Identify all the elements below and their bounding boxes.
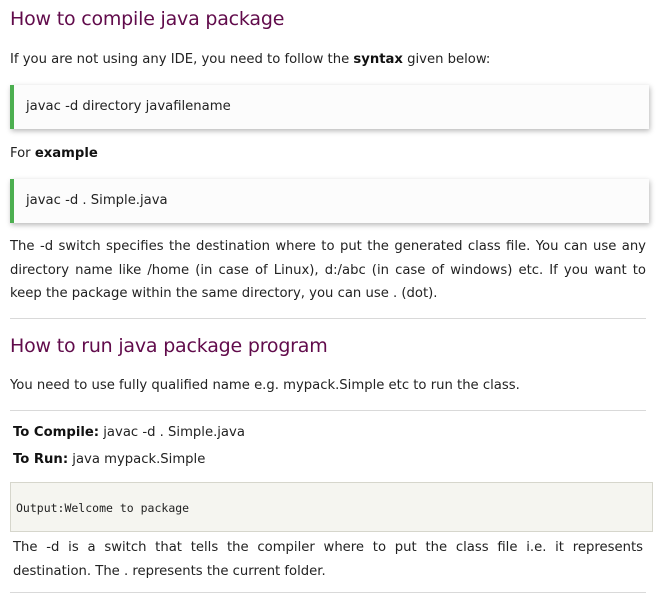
heading-compile-package: How to compile java package <box>10 8 285 30</box>
syntax-code-box: javac -d directory javafilename <box>10 85 649 129</box>
compile-intro-text: If you are not using any IDE, you need t… <box>10 52 354 67</box>
divider <box>10 410 646 411</box>
compile-label: To Compile: <box>13 425 100 440</box>
compile-command: javac -d . Simple.java <box>99 425 245 440</box>
example-label: For example <box>10 142 98 166</box>
d-switch-note: The -d is a switch that tells the compil… <box>13 540 643 579</box>
compile-intro-text-end: given below: <box>402 52 491 67</box>
compile-command-line: To Compile: javac -d . Simple.java <box>13 423 245 443</box>
divider <box>10 318 646 319</box>
output-box: Output:Welcome to package <box>10 482 653 532</box>
divider <box>10 592 646 593</box>
run-intro: You need to use fully qualified name e.g… <box>10 378 520 393</box>
compile-intro: If you are not using any IDE, you need t… <box>10 48 490 72</box>
run-label: To Run: <box>13 452 69 467</box>
example-label-bold: example <box>34 146 98 161</box>
d-switch-explanation: The -d switch specifies the destination … <box>10 239 646 301</box>
run-command: java mypack.Simple <box>68 452 206 467</box>
run-command-line: To Run: java mypack.Simple <box>13 450 205 470</box>
example-label-text: For <box>10 146 35 161</box>
example-code-box: javac -d . Simple.java <box>10 179 649 223</box>
compile-intro-bold: syntax <box>353 52 403 67</box>
tutorial-page: How to compile java package If you are n… <box>0 0 671 608</box>
heading-run-package: How to run java package program <box>10 335 328 357</box>
